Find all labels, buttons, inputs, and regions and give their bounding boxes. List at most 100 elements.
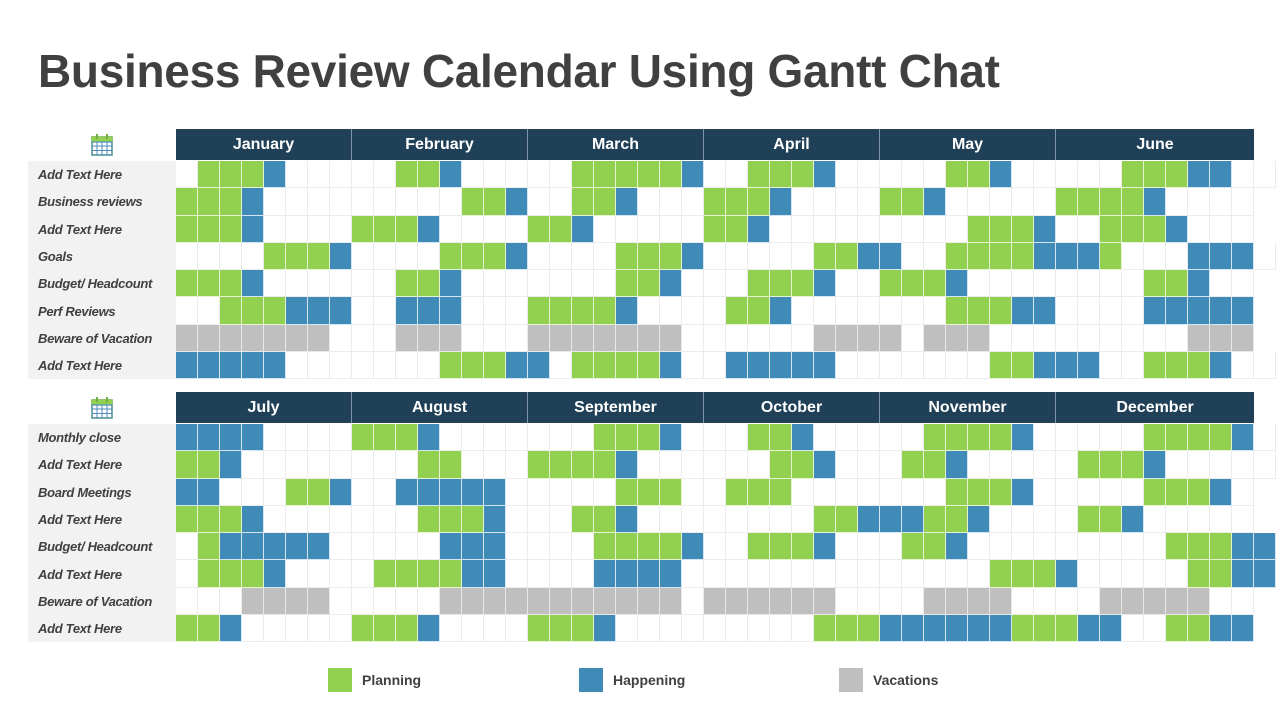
cell-planning [1122, 451, 1144, 479]
cell-happening [1232, 560, 1254, 588]
cell-happening [1122, 505, 1144, 534]
cell-empty [682, 324, 704, 353]
cell-planning [990, 478, 1012, 506]
cell-empty [748, 615, 770, 643]
cell-empty [1078, 324, 1100, 353]
cell-planning [176, 188, 198, 216]
cell-planning [726, 215, 748, 243]
cell-empty [176, 560, 198, 588]
cell-planning [1144, 161, 1166, 189]
cell-planning [814, 242, 836, 271]
legend-item-happening: Happening [579, 668, 685, 692]
cell-empty [528, 505, 550, 534]
cell-empty [924, 560, 946, 588]
cell-empty [968, 533, 990, 561]
cell-vacation [1232, 324, 1254, 353]
cell-empty [352, 352, 374, 380]
cell-empty [1122, 478, 1144, 506]
cell-planning [594, 451, 616, 479]
cell-empty [286, 451, 308, 479]
cell-empty [1210, 587, 1232, 616]
cell-empty [528, 424, 550, 452]
cell-planning [220, 505, 242, 534]
cell-empty [264, 215, 286, 243]
cell-empty [616, 615, 638, 643]
cell-empty [660, 615, 682, 643]
cell-empty [1232, 451, 1254, 479]
cell-empty [418, 188, 440, 216]
cell-planning [1166, 478, 1188, 506]
cell-empty [924, 215, 946, 243]
cell-empty [704, 451, 726, 479]
cell-planning [638, 352, 660, 380]
cell-empty [242, 478, 264, 506]
cell-planning [198, 505, 220, 534]
cell-empty [682, 215, 704, 243]
cell-empty [462, 215, 484, 243]
row-cells [176, 587, 1254, 616]
cell-empty [836, 352, 858, 380]
cell-empty [1232, 215, 1254, 243]
cell-planning [638, 478, 660, 506]
cell-empty [880, 533, 902, 561]
cell-empty [726, 424, 748, 452]
cell-happening [660, 424, 682, 452]
cell-empty [484, 424, 506, 452]
row-cells [176, 560, 1276, 588]
cell-vacation [462, 587, 484, 616]
cell-empty [1078, 161, 1100, 189]
cell-empty [880, 215, 902, 243]
cell-planning [924, 424, 946, 452]
cell-vacation [572, 324, 594, 353]
cell-empty [198, 242, 220, 271]
cell-empty [902, 587, 924, 616]
cell-empty [946, 560, 968, 588]
cell-empty [1122, 324, 1144, 353]
cell-empty [308, 215, 330, 243]
cell-planning [792, 533, 814, 561]
cell-empty [682, 505, 704, 534]
cell-happening [1012, 478, 1034, 506]
cell-planning [1122, 161, 1144, 189]
cell-happening [946, 451, 968, 479]
cell-happening [924, 188, 946, 216]
row-label: Business reviews [28, 188, 176, 216]
cell-planning [440, 451, 462, 479]
cell-empty [1056, 505, 1078, 534]
month-header-october: October [704, 392, 880, 423]
cell-empty [1254, 242, 1276, 271]
cell-empty [1056, 161, 1078, 189]
cell-planning [594, 297, 616, 325]
cell-empty [264, 478, 286, 506]
cell-happening [462, 560, 484, 588]
cell-empty [1012, 451, 1034, 479]
row-label: Beware of Vacation [28, 324, 176, 353]
cell-planning [198, 560, 220, 588]
cell-happening [1188, 297, 1210, 325]
cell-planning [594, 505, 616, 534]
cell-empty [264, 451, 286, 479]
cell-empty [462, 451, 484, 479]
cell-empty [1034, 451, 1056, 479]
cell-vacation [638, 324, 660, 353]
cell-vacation [286, 587, 308, 616]
cell-empty [572, 560, 594, 588]
cell-empty [1210, 215, 1232, 243]
cell-vacation [418, 324, 440, 353]
cell-vacation [308, 587, 330, 616]
cell-planning [902, 533, 924, 561]
cell-empty [330, 424, 352, 452]
cell-empty [902, 242, 924, 271]
cell-happening [462, 478, 484, 506]
cell-empty [242, 242, 264, 271]
cell-happening [484, 505, 506, 534]
cell-planning [1144, 270, 1166, 298]
cell-empty [902, 352, 924, 380]
cell-planning [176, 615, 198, 643]
cell-happening [484, 478, 506, 506]
cell-empty [440, 188, 462, 216]
cell-empty [594, 215, 616, 243]
cell-happening [1078, 615, 1100, 643]
cell-happening [242, 533, 264, 561]
cell-empty [1232, 478, 1254, 506]
